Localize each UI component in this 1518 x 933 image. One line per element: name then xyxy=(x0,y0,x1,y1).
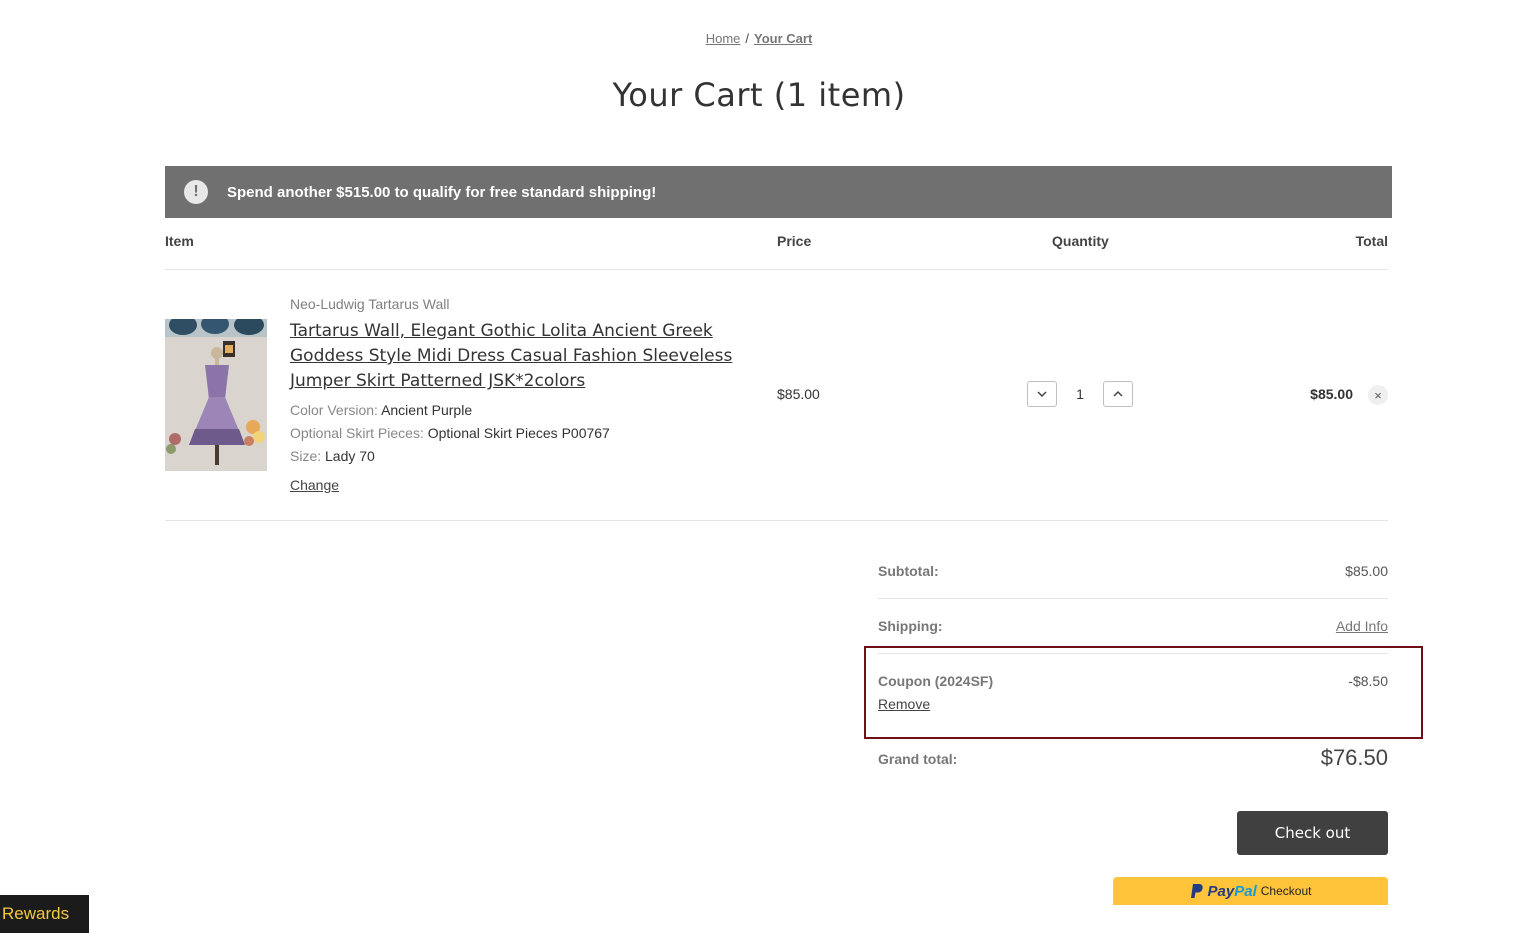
quantity-value[interactable]: 1 xyxy=(1072,386,1088,402)
summary-divider xyxy=(878,598,1388,599)
checkout-button[interactable]: Check out xyxy=(1237,811,1388,855)
quantity-decrease-button[interactable] xyxy=(1027,381,1057,407)
option-value: Ancient Purple xyxy=(381,402,473,418)
page-title: Your Cart (1 item) xyxy=(612,76,906,114)
shipping-add-info-link[interactable]: Add Info xyxy=(1336,618,1388,634)
option-key: Color Version: xyxy=(290,402,378,418)
subtotal-value: $85.00 xyxy=(1345,563,1388,579)
coupon-remove-link[interactable]: Remove xyxy=(878,696,930,712)
header-divider xyxy=(165,269,1388,270)
chevron-up-icon xyxy=(1113,390,1123,397)
remove-item-button[interactable]: × xyxy=(1368,385,1388,405)
header-total: Total xyxy=(1355,233,1388,249)
coupon-label: Coupon (2024SF) xyxy=(878,673,994,689)
quantity-increase-button[interactable] xyxy=(1103,381,1133,407)
breadcrumb-separator: / xyxy=(745,31,750,46)
item-total: $85.00 xyxy=(1310,386,1353,402)
product-vendor: Neo-Ludwig Tartarus Wall xyxy=(290,296,450,312)
option-color-version: Color Version: Ancient Purple xyxy=(290,402,472,418)
item-divider xyxy=(165,520,1388,521)
option-value: Lady 70 xyxy=(325,448,375,464)
option-value: Optional Skirt Pieces P00767 xyxy=(427,425,610,441)
change-options-link[interactable]: Change xyxy=(290,477,339,493)
paypal-checkout-label: Checkout xyxy=(1260,884,1312,898)
subtotal-label: Subtotal: xyxy=(878,563,939,579)
free-shipping-notice: ! Spend another $515.00 to qualify for f… xyxy=(165,166,1392,218)
paypal-logo-icon xyxy=(1190,884,1203,898)
rewards-launcher-button[interactable]: Rewards xyxy=(0,895,89,933)
alert-circle-icon: ! xyxy=(184,180,208,204)
breadcrumb-home-link[interactable]: Home xyxy=(706,31,741,46)
product-thumbnail[interactable] xyxy=(165,319,267,471)
notice-message: Spend another $515.00 to qualify for fre… xyxy=(227,183,657,201)
option-size: Size: Lady 70 xyxy=(290,448,375,464)
grand-total-label: Grand total: xyxy=(878,751,958,767)
header-price: Price xyxy=(777,233,812,249)
shipping-label: Shipping: xyxy=(878,618,943,634)
coupon-highlight-box xyxy=(864,646,1423,739)
grand-total-value: $76.50 xyxy=(1320,745,1388,770)
breadcrumb: Home / Your Cart xyxy=(0,31,1518,46)
header-quantity: Quantity xyxy=(1052,233,1109,249)
product-title-link[interactable]: Tartarus Wall, Elegant Gothic Lolita Anc… xyxy=(290,319,740,394)
paypal-wordmark: PayPal xyxy=(1208,883,1257,900)
paypal-wordmark-pay: Pay xyxy=(1207,882,1235,900)
paypal-wordmark-pal: Pal xyxy=(1234,882,1257,900)
option-key: Size: xyxy=(290,448,322,464)
paypal-checkout-button[interactable]: PayPal Checkout xyxy=(1113,877,1388,905)
header-item: Item xyxy=(165,233,194,249)
chevron-down-icon xyxy=(1037,391,1047,398)
close-icon: × xyxy=(1374,387,1382,403)
coupon-discount-value: -$8.50 xyxy=(1348,673,1388,689)
option-skirt-pieces: Optional Skirt Pieces: Optional Skirt Pi… xyxy=(290,425,610,441)
item-price: $85.00 xyxy=(777,386,820,402)
breadcrumb-current-link[interactable]: Your Cart xyxy=(754,31,812,46)
option-key: Optional Skirt Pieces: xyxy=(290,425,424,441)
